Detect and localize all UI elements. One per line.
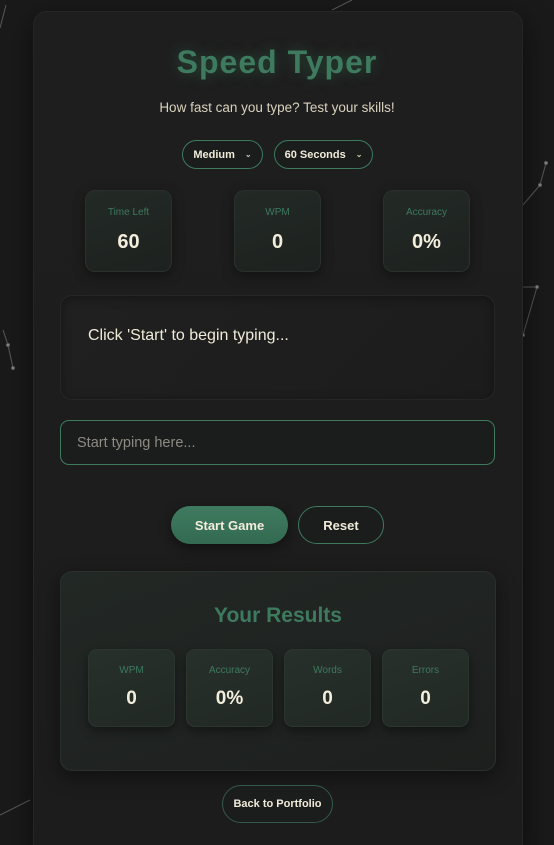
- result-accuracy: Accuracy 0%: [186, 649, 273, 727]
- result-words: Words 0: [284, 649, 371, 727]
- result-words-label: Words: [313, 665, 342, 676]
- chevron-down-icon: ⌄: [244, 150, 252, 159]
- wpm-value: 0: [271, 231, 284, 253]
- wpm-stat: WPM 0: [234, 190, 321, 272]
- accuracy-value: 0%: [412, 231, 441, 253]
- typing-input[interactable]: [60, 420, 495, 465]
- reset-button[interactable]: Reset: [298, 506, 384, 544]
- text-display: Click 'Start' to begin typing...: [60, 295, 495, 400]
- duration-select[interactable]: 60 Seconds ⌄: [274, 140, 373, 169]
- result-wpm-label: WPM: [119, 665, 144, 676]
- result-errors-value: 0: [420, 688, 431, 709]
- page-subtitle: How fast can you type? Test your skills!: [159, 100, 395, 115]
- back-to-portfolio-button[interactable]: Back to Portfolio: [222, 785, 333, 823]
- accuracy-stat: Accuracy 0%: [383, 190, 470, 272]
- result-words-value: 0: [322, 688, 333, 709]
- difficulty-select-value: Medium: [193, 148, 235, 161]
- chevron-down-icon: ⌄: [355, 150, 363, 159]
- text-display-content: Click 'Start' to begin typing...: [88, 327, 289, 344]
- accuracy-label: Accuracy: [405, 207, 448, 218]
- result-wpm: WPM 0: [88, 649, 175, 727]
- result-accuracy-value: 0%: [215, 688, 244, 709]
- start-game-button[interactable]: Start Game: [171, 506, 288, 544]
- result-wpm-value: 0: [126, 688, 137, 709]
- time-left-stat: Time Left 60: [85, 190, 172, 272]
- wpm-label: WPM: [265, 207, 290, 218]
- difficulty-select[interactable]: Medium ⌄: [182, 140, 263, 169]
- result-errors: Errors 0: [382, 649, 469, 727]
- results-title: Your Results: [214, 604, 342, 627]
- results-panel: Your Results WPM 0 Accuracy 0% Words 0 E…: [60, 571, 496, 771]
- time-left-value: 60: [117, 231, 140, 253]
- duration-select-value: 60 Seconds: [284, 148, 346, 161]
- result-accuracy-label: Accuracy: [208, 665, 251, 676]
- time-left-label: Time Left: [107, 207, 150, 218]
- result-errors-label: Errors: [411, 665, 440, 676]
- page-title: Speed Typer: [176, 44, 378, 80]
